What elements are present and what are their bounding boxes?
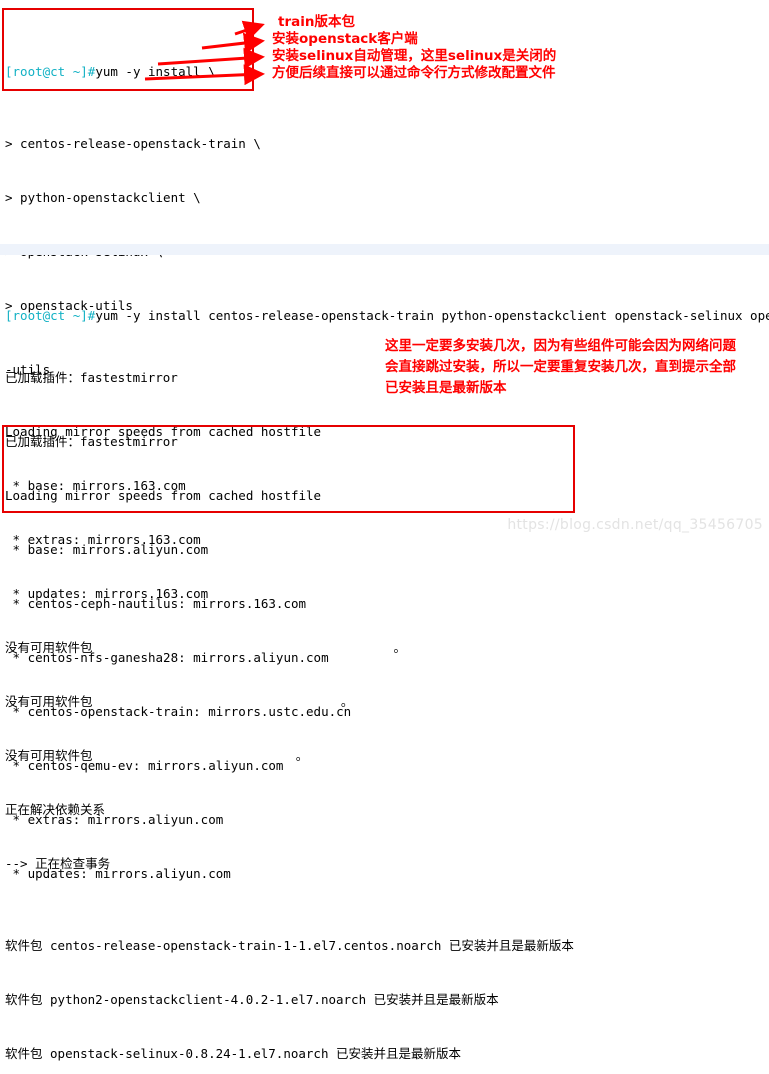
output-line: 已加载插件：fastestmirror (5, 434, 178, 449)
continuation-line-2: > python-openstackclient \ (5, 190, 201, 205)
screenshot-canvas: 无须任何处理 [root@ct ~]#yum -y install \ > ce… (0, 0, 769, 1061)
shell-command: yum -y install \ (95, 64, 216, 79)
seam-clipped-line: 完毕！ (0, 238, 769, 248)
output-line: Loading mirror speeds from cached hostfi… (5, 488, 322, 503)
output-line: * centos-qemu-ev: mirrors.aliyun.com (5, 758, 284, 773)
note-block-line-2: 会直接跳过安装，所以一定要重复安装几次，直到提示全部 (385, 359, 736, 375)
command-line-primary: [root@ct ~]#yum -y install centos-releas… (0, 307, 769, 325)
package-result-line: 软件包 python2-openstackclient-4.0.2-1.el7.… (5, 992, 499, 1007)
output-line: * centos-nfs-ganesha28: mirrors.aliyun.c… (5, 650, 329, 665)
shell-command: yum -y install centos-release-openstack-… (95, 308, 769, 323)
package-result-line: 软件包 openstack-selinux-0.8.24-1.el7.noarc… (5, 1046, 462, 1061)
shell-prompt: [root@ct ~]# (5, 64, 96, 79)
package-result-line: 软件包 centos-release-openstack-train-1-1.e… (5, 938, 574, 953)
callout-label-4: 方便后续直接可以通过命令行方式修改配置文件 (272, 65, 556, 81)
callout-label-1: train版本包 (278, 14, 355, 30)
output-line: * centos-ceph-nautilus: mirrors.163.com (5, 596, 307, 611)
blog-watermark: https://blog.csdn.net/qq_35456705 (507, 517, 763, 533)
output-line: * extras: mirrors.aliyun.com (5, 812, 224, 827)
output-line: * centos-openstack-train: mirrors.ustc.e… (5, 704, 352, 719)
callout-label-3: 安装selinux自动管理，这里selinux是关闭的 (272, 48, 557, 64)
output-line: * updates: mirrors.aliyun.com (5, 866, 231, 881)
output-line: * base: mirrors.aliyun.com (5, 542, 209, 557)
callout-label-2: 安装openstack客户端 (272, 31, 418, 47)
note-block-line-1: 这里一定要多安装几次，因为有些组件可能会因为网络问题 (385, 338, 736, 354)
note-block-line-3: 已安装且是最新版本 (385, 380, 507, 396)
shell-prompt: [root@ct ~]# (5, 308, 96, 323)
continuation-line-1: > centos-release-openstack-train \ (5, 136, 261, 151)
clipped-top-output-line: 无须任何处理 (0, 0, 769, 9)
